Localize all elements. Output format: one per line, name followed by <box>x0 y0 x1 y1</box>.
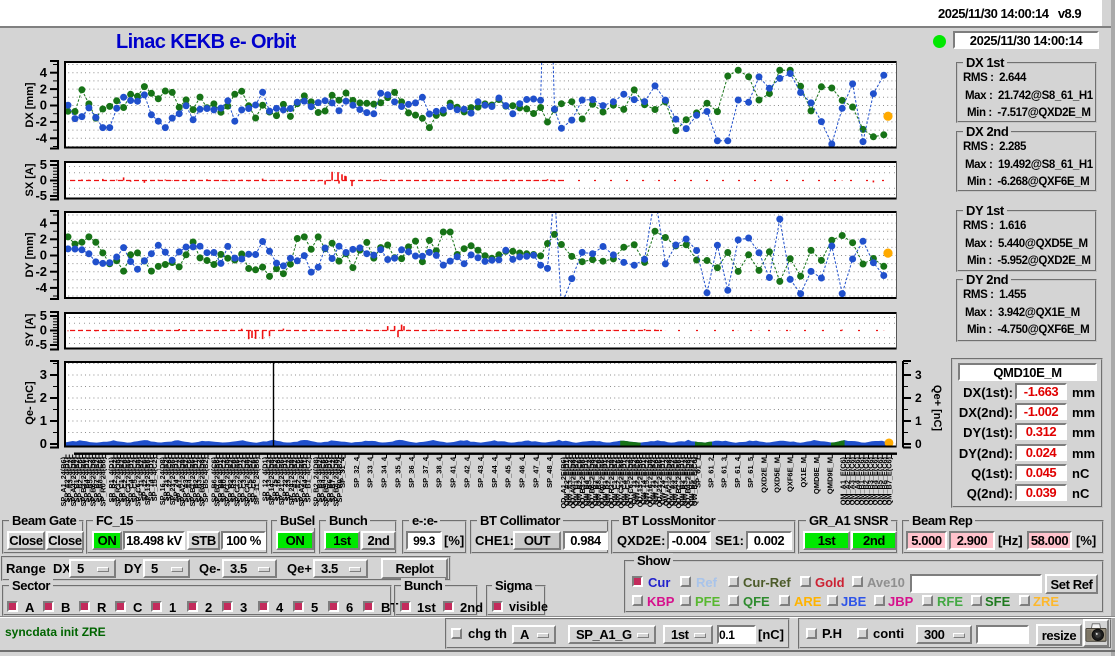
svg-text:1: 1 <box>40 413 47 428</box>
svg-text:SP_61_2: SP_61_2 <box>707 457 716 488</box>
svg-text:-2: -2 <box>35 264 47 279</box>
svg-text:SP_33_4: SP_33_4 <box>366 456 375 488</box>
svg-text:-2: -2 <box>35 114 47 129</box>
svg-text:SP_61_4: SP_61_4 <box>733 456 742 488</box>
svg-text:-5: -5 <box>35 188 47 203</box>
svg-text:0: 0 <box>915 437 922 451</box>
svg-text:SP_44_4: SP_44_4 <box>490 456 499 488</box>
svg-text:SP_35_4: SP_35_4 <box>393 456 402 488</box>
svg-text:DX [mm]: DX [mm] <box>24 82 36 128</box>
svg-text:QXF6E_M: QXF6E_M <box>786 457 795 492</box>
svg-text:SP_47_4: SP_47_4 <box>531 456 540 488</box>
svg-text:5: 5 <box>40 157 47 172</box>
svg-text:SP_37_4: SP_37_4 <box>421 456 430 488</box>
svg-text:-4: -4 <box>35 280 47 295</box>
svg-text:Qe- [nC]: Qe- [nC] <box>24 381 36 425</box>
svg-text:SY [A]: SY [A] <box>24 313 36 346</box>
svg-text:2: 2 <box>40 232 47 247</box>
svg-text:0: 0 <box>40 323 47 338</box>
svg-text:SP_61_5: SP_61_5 <box>746 457 755 488</box>
svg-text:1: 1 <box>915 414 922 428</box>
svg-text:-4: -4 <box>35 131 47 146</box>
svg-text:5: 5 <box>40 308 47 323</box>
svg-text:SP_34_4: SP_34_4 <box>380 456 389 488</box>
svg-text:SP_45_4: SP_45_4 <box>504 456 513 488</box>
svg-text:2: 2 <box>40 81 47 96</box>
svg-text:QX1E_M: QX1E_M <box>799 457 808 487</box>
svg-text:-5: -5 <box>35 337 47 352</box>
svg-text:QXD2E_M: QXD2E_M <box>759 457 768 493</box>
svg-text:SP_42_4: SP_42_4 <box>462 456 471 488</box>
svg-text:QM_B7_E(C6): QM_B7_E(C6) <box>885 456 894 505</box>
svg-text:0: 0 <box>40 98 47 113</box>
svg-text:SP_46_4: SP_46_4 <box>518 456 527 488</box>
svg-text:3: 3 <box>40 367 47 382</box>
svg-text:QXD5E_M: QXD5E_M <box>773 457 782 493</box>
svg-text:QMD8E_M: QMD8E_M <box>812 457 821 494</box>
svg-text:SP_61_1: SP_61_1 <box>693 457 702 488</box>
svg-text:SP_43_4: SP_43_4 <box>476 456 485 488</box>
svg-text:SP_36_4: SP_36_4 <box>407 456 416 488</box>
svg-text:SP_48_4: SP_48_4 <box>545 456 554 488</box>
svg-text:SP_38_4: SP_38_4 <box>435 456 444 488</box>
svg-text:2: 2 <box>40 390 47 405</box>
svg-text:SP_41_4: SP_41_4 <box>449 456 458 488</box>
svg-text:SP_32_4: SP_32_4 <box>352 456 361 488</box>
svg-text:4: 4 <box>40 215 48 230</box>
svg-text:3: 3 <box>915 368 922 382</box>
svg-text:4: 4 <box>40 65 48 80</box>
svg-text:DY [mm]: DY [mm] <box>24 232 36 277</box>
svg-text:QMD9E_M: QMD9E_M <box>825 457 834 494</box>
svg-text:SP_61_3: SP_61_3 <box>720 457 729 488</box>
svg-text:0: 0 <box>40 173 47 188</box>
svg-text:Qe+ [nC]: Qe+ [nC] <box>931 385 943 431</box>
svg-text:SP_31_4: SP_31_4 <box>338 456 347 488</box>
svg-text:0: 0 <box>40 248 47 263</box>
svg-text:0: 0 <box>40 436 47 451</box>
svg-text:SX [A]: SX [A] <box>24 163 36 196</box>
svg-text:2: 2 <box>915 391 922 405</box>
